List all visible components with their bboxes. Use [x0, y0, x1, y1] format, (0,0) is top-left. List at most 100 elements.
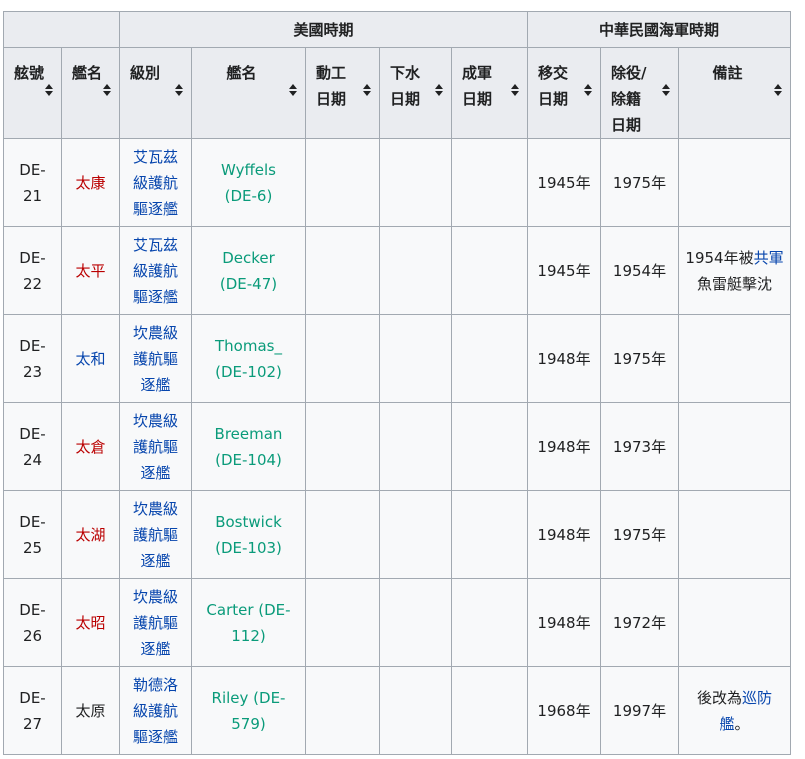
cell-commissioned: [451, 666, 528, 755]
cell-class: 坎農級護航驅逐艦: [119, 402, 192, 491]
cell-hull-number: DE- 21: [3, 138, 62, 227]
cell-class: 坎農級護航驅逐艦: [119, 578, 192, 667]
sort-icon[interactable]: [45, 84, 53, 96]
hull-number: DE- 22: [19, 248, 46, 293]
sort-icon[interactable]: [774, 84, 783, 96]
decommission-date: 1954年: [612, 261, 667, 280]
ship-name-link[interactable]: 太昭: [62, 610, 119, 636]
cell-decommission: 1975年: [600, 490, 679, 579]
sort-icon[interactable]: [662, 84, 670, 96]
decommission-date: 1975年: [612, 525, 667, 544]
ship-name-link[interactable]: 太倉: [62, 434, 119, 460]
decommission-date: 1973年: [612, 437, 667, 456]
cell-remarks: 1954年被共軍魚雷艇擊沈: [677, 226, 792, 315]
cell-hull-number: DE- 25: [3, 490, 62, 579]
cell-ship-name: 太倉: [61, 402, 120, 491]
us-name-link[interactable]: Wyffels (DE-6): [192, 157, 305, 209]
cell-remarks: 後改為巡防艦。: [677, 666, 792, 755]
ship-name-link[interactable]: 太湖: [62, 522, 119, 548]
col-decommission-header[interactable]: 除役/ 除籍 日期: [600, 47, 679, 139]
table-row: DE- 21 太康 艾瓦茲級護航驅逐艦 Wyffels (DE-6) 1945年 1975…: [3, 138, 792, 227]
col-transfer-header[interactable]: 移交 日期: [527, 47, 601, 139]
cell-us-name: Thomas_ (DE-102): [191, 314, 306, 403]
cell-laid-down: [305, 490, 380, 579]
cell-ship-name: 太康: [61, 138, 120, 227]
sort-icon[interactable]: [584, 84, 592, 96]
cell-laid-down: [305, 578, 380, 667]
ship-table: 美國時期 中華民國海軍時期 舷號 艦名 級別 艦名 動工 日期 下水 日期 成軍 日期 移…: [3, 11, 792, 755]
col-remarks-label: 備註: [712, 64, 743, 82]
cell-laid-down: [305, 666, 380, 755]
cell-class: 艾瓦茲級護航驅逐艦: [119, 138, 192, 227]
class-link[interactable]: 坎農級護航驅逐艦: [120, 320, 191, 398]
class-link[interactable]: 坎農級護航驅逐艦: [120, 584, 191, 662]
col-transfer-label: 移交 日期: [538, 64, 569, 108]
col-launched-header[interactable]: 下水 日期: [379, 47, 452, 139]
col-hull-number-label: 舷號: [14, 64, 45, 82]
table-row: DE- 22 太平 艾瓦茲級護航驅逐艦 Decker (DE-47) 1945年 1954…: [3, 226, 792, 315]
col-us-name-header[interactable]: 艦名: [191, 47, 306, 139]
table-row: DE- 26 太昭 坎農級護航驅逐艦 Carter (DE-112) 1948年 1972…: [3, 578, 792, 667]
us-name-link[interactable]: Breeman (DE-104): [192, 421, 305, 473]
cell-remarks: [677, 138, 792, 227]
remarks-text-part: 後改為: [697, 688, 743, 707]
col-ship-name-label: 艦名: [72, 64, 103, 82]
ship-name-link[interactable]: 太和: [62, 346, 119, 372]
header-empty: [3, 11, 120, 48]
col-ship-name-header[interactable]: 艦名: [61, 47, 120, 139]
us-name-link[interactable]: Riley (DE-579): [192, 685, 305, 737]
remarks-text-part: 魚雷艇擊沈: [697, 274, 773, 293]
cell-commissioned: [451, 314, 528, 403]
ship-name-link[interactable]: 太康: [62, 170, 119, 196]
class-link[interactable]: 艾瓦茲級護航驅逐艦: [120, 232, 191, 310]
cell-laid-down: [305, 138, 380, 227]
sort-icon[interactable]: [511, 84, 519, 96]
col-laid-down-header[interactable]: 動工 日期: [305, 47, 380, 139]
class-link[interactable]: 坎農級護航驅逐艦: [120, 408, 191, 486]
sort-icon[interactable]: [435, 84, 443, 96]
sort-icon[interactable]: [103, 84, 111, 96]
us-name-link[interactable]: Decker (DE-47): [192, 245, 305, 297]
cell-transfer: 1948年: [527, 314, 601, 403]
cell-ship-name: 太平: [61, 226, 120, 315]
sort-icon[interactable]: [289, 84, 297, 96]
decommission-date: 1975年: [612, 349, 667, 368]
col-commissioned-header[interactable]: 成軍 日期: [451, 47, 528, 139]
us-name-link[interactable]: Bostwick (DE-103): [192, 509, 305, 561]
cell-class: 艾瓦茲級護航驅逐艦: [119, 226, 192, 315]
cell-hull-number: DE- 23: [3, 314, 62, 403]
class-link[interactable]: 艾瓦茲級護航驅逐艦: [120, 144, 191, 222]
hull-number: DE- 26: [19, 600, 46, 645]
transfer-date: 1968年: [537, 701, 591, 720]
us-name-link[interactable]: Carter (DE-112): [192, 597, 305, 649]
cell-class: 勒德洛級護航驅逐艦: [119, 666, 192, 755]
cell-us-name: Riley (DE-579): [191, 666, 306, 755]
hull-number: DE- 27: [19, 688, 46, 733]
cell-launched: [379, 138, 452, 227]
cell-remarks: [677, 402, 792, 491]
sort-icon[interactable]: [363, 84, 371, 96]
col-commissioned-label: 成軍 日期: [462, 64, 493, 108]
sort-icon[interactable]: [175, 84, 183, 96]
remarks-text: 後改為巡防艦。: [679, 685, 790, 737]
col-remarks-header[interactable]: 備註: [677, 47, 792, 139]
us-name-link[interactable]: Thomas_ (DE-102): [192, 333, 305, 385]
class-link[interactable]: 勒德洛級護航驅逐艦: [120, 672, 191, 750]
remarks-link[interactable]: 共軍: [754, 249, 784, 267]
class-link[interactable]: 坎農級護航驅逐艦: [120, 496, 191, 574]
col-hull-number-header[interactable]: 舷號: [3, 47, 62, 139]
col-class-label: 級別: [130, 64, 161, 82]
decommission-date: 1975年: [612, 173, 667, 192]
col-launched-label: 下水 日期: [390, 64, 421, 108]
cell-hull-number: DE- 24: [3, 402, 62, 491]
cell-transfer: 1945年: [527, 138, 601, 227]
cell-us-name: Wyffels (DE-6): [191, 138, 306, 227]
col-class-header[interactable]: 級別: [119, 47, 192, 139]
transfer-date: 1945年: [537, 261, 591, 280]
cell-us-name: Decker (DE-47): [191, 226, 306, 315]
cell-ship-name: 太湖: [61, 490, 120, 579]
decommission-date: 1972年: [612, 613, 667, 632]
ship-name-link[interactable]: 太平: [62, 258, 119, 284]
cell-ship-name: 太和: [61, 314, 120, 403]
cell-us-name: Carter (DE-112): [191, 578, 306, 667]
